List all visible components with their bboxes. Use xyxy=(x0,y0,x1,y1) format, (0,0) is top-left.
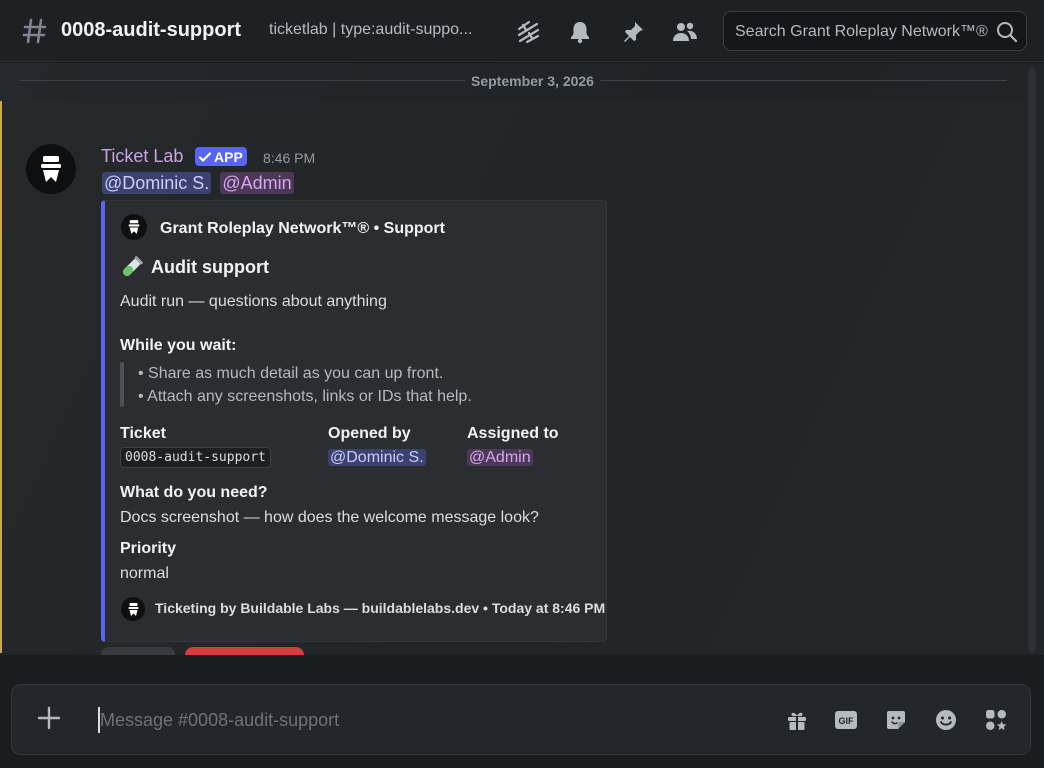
embed-author-icon xyxy=(121,214,147,240)
embed-footer-icon xyxy=(121,597,145,621)
wait-bullet: • Share as much detail as you can up fro… xyxy=(138,365,444,382)
ticket-code: 0008-audit-support xyxy=(120,447,271,468)
test-tube-icon xyxy=(123,256,143,276)
sticker-icon[interactable] xyxy=(883,707,909,733)
ticket-embed: Grant Roleplay Network™® • Support Audit… xyxy=(101,200,607,642)
bell-icon[interactable] xyxy=(567,19,593,45)
date-divider: September 3, 2026 xyxy=(20,73,1007,89)
apps-icon[interactable] xyxy=(983,707,1009,733)
search-icon xyxy=(996,21,1018,48)
message-author[interactable]: Ticket Lab xyxy=(101,146,183,167)
message-timestamp[interactable]: 8:46 PM xyxy=(263,150,315,166)
gift-icon[interactable] xyxy=(784,707,810,733)
app-badge-label: APP xyxy=(214,148,243,165)
threads-icon[interactable] xyxy=(515,19,541,45)
field-assigned-value: @Admin xyxy=(467,449,533,467)
opened-by-mention[interactable]: @Dominic S. xyxy=(328,449,426,466)
role-mention[interactable]: @Admin xyxy=(220,172,294,194)
embed-title-text: Audit support xyxy=(151,256,269,277)
message-highlight: Ticket Lab APP 8:46 PM @Dominic S. @Admi… xyxy=(0,101,1024,686)
pin-icon[interactable] xyxy=(620,19,646,45)
embed-title: Audit support xyxy=(121,256,269,278)
blockquote-bar xyxy=(120,362,124,407)
message-input[interactable]: Message #0008-audit-support xyxy=(100,710,339,731)
assigned-to-mention[interactable]: @Admin xyxy=(467,449,533,466)
field-need-value: Docs screenshot — how does the welcome m… xyxy=(120,509,539,526)
field-need-label: What do you need? xyxy=(120,484,268,501)
scrollbar[interactable] xyxy=(1028,67,1036,653)
gif-label: GIF xyxy=(839,716,855,726)
bot-avatar[interactable] xyxy=(26,144,76,194)
field-ticket-value: 0008-audit-support xyxy=(120,447,271,468)
field-priority-label: Priority xyxy=(120,540,177,557)
user-mention[interactable]: @Dominic S. xyxy=(102,172,212,194)
app-badge: APP xyxy=(195,147,247,166)
gif-icon[interactable]: GIF xyxy=(833,707,859,733)
channel-topic[interactable]: ticketlab | type:audit-suppo... xyxy=(269,21,494,39)
add-attachment-icon[interactable] xyxy=(36,705,62,736)
channel-name: 0008-audit-support xyxy=(61,19,242,41)
field-assigned-label: Assigned to xyxy=(467,425,559,442)
embed-author: Grant Roleplay Network™® • Support xyxy=(160,220,445,237)
wait-bullet: • Attach any screenshots, links or IDs t… xyxy=(138,388,472,405)
date-divider-text: September 3, 2026 xyxy=(465,73,600,89)
field-ticket-label: Ticket xyxy=(120,425,166,442)
members-icon[interactable] xyxy=(672,19,698,45)
embed-description: Audit run — questions about anything xyxy=(120,293,387,310)
mentions-line: @Dominic S. @Admin xyxy=(102,172,298,194)
search-input[interactable]: Search Grant Roleplay Network™® xyxy=(723,11,1027,51)
message-list: September 3, 2026 Ticket Lab APP 8:46 PM… xyxy=(0,63,1044,686)
embed-footer: Ticketing by Buildable Labs — buildablel… xyxy=(155,600,606,616)
field-priority-value: normal xyxy=(120,565,169,582)
message-composer[interactable]: Message #0008-audit-support GIF xyxy=(11,684,1031,755)
field-opened-value: @Dominic S. xyxy=(328,449,426,467)
verified-check-icon xyxy=(198,151,212,162)
channel-header: 0008-audit-support ticketlab | type:audi… xyxy=(0,0,1044,62)
search-placeholder: Search Grant Roleplay Network™® xyxy=(735,23,988,40)
wait-heading: While you wait: xyxy=(120,337,237,354)
emoji-icon[interactable] xyxy=(933,707,959,733)
field-opened-label: Opened by xyxy=(328,425,411,442)
hash-icon xyxy=(22,17,48,45)
